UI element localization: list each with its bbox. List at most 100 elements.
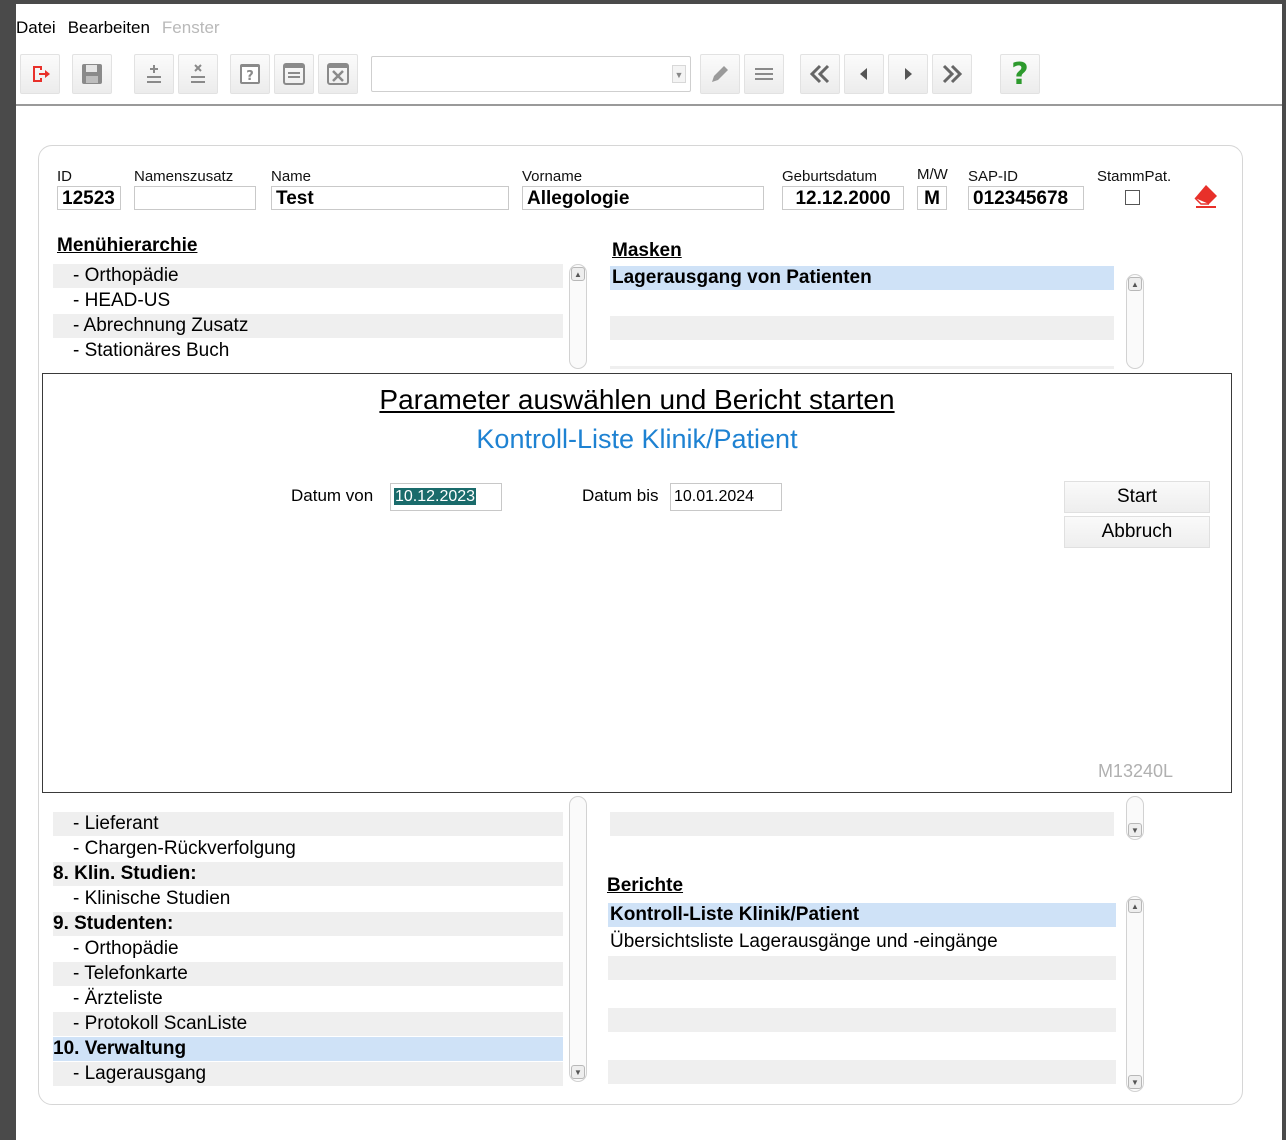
masks-scrollbar-bottom[interactable]: ▼: [1126, 796, 1144, 840]
menu-hierarchy-scrollbar[interactable]: ▲: [569, 264, 587, 369]
list-item[interactable]: - Chargen-Rückverfolgung: [53, 837, 563, 861]
masks-title: Masken: [612, 240, 682, 261]
previous-record-button[interactable]: [844, 54, 884, 94]
list-item[interactable]: 10. Verwaltung: [53, 1037, 563, 1061]
date-to-label: Datum bis: [582, 486, 659, 505]
scroll-down-icon[interactable]: ▼: [1128, 1075, 1142, 1089]
last-record-button[interactable]: [932, 54, 972, 94]
scroll-up-icon[interactable]: ▲: [1128, 899, 1142, 913]
list-item[interactable]: - Orthopädie: [53, 937, 563, 961]
list-item: [608, 1008, 1116, 1032]
sap-id-field[interactable]: 012345678: [968, 186, 1084, 210]
stammpat-checkbox[interactable]: [1125, 190, 1140, 205]
svg-text:?: ?: [1011, 59, 1028, 89]
close-doc-icon: [327, 63, 349, 85]
masks-list-bottom: [610, 812, 1114, 842]
name-suffix-label: Namenszusatz: [134, 168, 234, 185]
triangle-left-icon: [860, 68, 867, 80]
save-button[interactable]: [72, 54, 112, 94]
next-record-button[interactable]: [888, 54, 928, 94]
menu-hierarchy-title: Menühierarchie: [57, 235, 198, 256]
gender-label: M/W: [917, 166, 948, 183]
list-item: [610, 366, 1114, 369]
gender-field[interactable]: M: [917, 186, 947, 210]
menu-file[interactable]: Datei: [16, 18, 56, 42]
menu-hierarchy-scrollbar-bottom[interactable]: ▼: [569, 796, 587, 1082]
list-item: [610, 812, 1114, 836]
chevron-down-icon[interactable]: ▼: [672, 65, 686, 83]
exit-icon: [33, 66, 50, 82]
toolbar-combo[interactable]: ▼: [371, 56, 691, 92]
list-item[interactable]: Kontroll-Liste Klinik/Patient: [608, 903, 1116, 927]
question-mark-icon: ?: [1011, 59, 1028, 89]
menu-list-button[interactable]: [744, 54, 784, 94]
menu-hierarchy-list-top: - Orthopädie - HEAD-US - Abrechnung Zusa…: [53, 264, 563, 369]
list-item: [610, 316, 1114, 340]
menu-hierarchy-list-bottom: - Lieferant - Chargen-Rückverfolgung 8. …: [53, 812, 563, 1092]
list-item[interactable]: - Stationäres Buch: [53, 339, 563, 363]
name-field[interactable]: Test: [271, 186, 509, 210]
close-record-button[interactable]: [318, 54, 358, 94]
report-parameter-dialog: Parameter auswählen und Bericht starten …: [42, 373, 1232, 793]
reports-scrollbar[interactable]: ▲ ▼: [1126, 896, 1144, 1092]
stammpat-label: StammPat.: [1097, 168, 1172, 185]
scroll-down-icon[interactable]: ▼: [1128, 823, 1142, 837]
triangle-right-icon: [905, 68, 912, 80]
name-suffix-field[interactable]: [134, 186, 256, 210]
list-item[interactable]: - Lagerausgang: [53, 1062, 563, 1086]
list-item[interactable]: - Orthopädie: [53, 264, 563, 288]
hamburger-icon: [755, 68, 773, 80]
date-from-input[interactable]: 10.12.2023: [390, 483, 502, 511]
sap-id-label: SAP-ID: [968, 168, 1019, 185]
x-minus-icon: [191, 64, 205, 83]
id-field[interactable]: 12523: [57, 186, 121, 210]
menu-window: Fenster: [161, 18, 220, 37]
list-item[interactable]: - HEAD-US: [53, 289, 563, 313]
menu-edit[interactable]: Bearbeiten: [68, 18, 150, 42]
query-button[interactable]: ?: [230, 54, 270, 94]
list-item[interactable]: 8. Klin. Studien:: [53, 862, 563, 886]
toolbar-divider: [16, 104, 1282, 106]
eraser-icon[interactable]: [1192, 182, 1220, 210]
list-view-button[interactable]: [274, 54, 314, 94]
dialog-subtitle: Kontroll-Liste Klinik/Patient: [476, 424, 798, 454]
dialog-title: Parameter auswählen und Bericht starten: [379, 384, 895, 415]
exit-button[interactable]: [20, 54, 60, 94]
masks-scrollbar[interactable]: ▲: [1126, 274, 1144, 369]
list-item[interactable]: - Abrechnung Zusatz: [53, 314, 563, 338]
scroll-up-icon[interactable]: ▲: [1128, 277, 1142, 291]
reports-list: Kontroll-Liste Klinik/Patient Übersichts…: [608, 903, 1116, 1087]
menu-bar: Datei Bearbeiten Fenster: [16, 18, 220, 42]
list-item[interactable]: - Klinische Studien: [53, 887, 563, 911]
birthdate-field[interactable]: 12.12.2000: [782, 186, 904, 210]
help-button[interactable]: ?: [1000, 54, 1040, 94]
list-item[interactable]: 9. Studenten:: [53, 912, 563, 936]
list-item[interactable]: Lagerausgang von Patienten: [610, 266, 1114, 290]
svg-text:?: ?: [246, 69, 254, 84]
list-item[interactable]: - Protokoll ScanListe: [53, 1012, 563, 1036]
list-item: [608, 956, 1116, 980]
firstname-label: Vorname: [522, 168, 583, 185]
list-item[interactable]: - Ärzteliste: [53, 987, 563, 1011]
scroll-down-icon[interactable]: ▼: [571, 1065, 585, 1079]
id-label: ID: [57, 168, 72, 185]
add-record-button[interactable]: [134, 54, 174, 94]
date-from-label: Datum von: [291, 486, 374, 505]
list-item[interactable]: - Lieferant: [53, 812, 563, 836]
list-item[interactable]: - Telefonkarte: [53, 962, 563, 986]
save-icon: [82, 64, 102, 84]
start-button[interactable]: Start: [1064, 481, 1210, 513]
scroll-up-icon[interactable]: ▲: [571, 267, 585, 281]
double-chevron-right-icon: [942, 64, 963, 84]
edit-button[interactable]: [700, 54, 740, 94]
list-item[interactable]: Übersichtsliste Lagerausgänge und -eingä…: [608, 930, 1116, 954]
double-chevron-left-icon: [809, 64, 830, 84]
app-window: Datei Bearbeiten Fenster ? ▼ ? ID Namens…: [16, 4, 1282, 1140]
firstname-field[interactable]: Allegologie: [522, 186, 764, 210]
cancel-button[interactable]: Abbruch: [1064, 516, 1210, 548]
birthdate-label: Geburtsdatum: [782, 168, 878, 185]
pencil-icon: [712, 66, 728, 82]
delete-record-button[interactable]: [178, 54, 218, 94]
date-to-input[interactable]: 10.01.2024: [670, 483, 782, 511]
first-record-button[interactable]: [800, 54, 840, 94]
